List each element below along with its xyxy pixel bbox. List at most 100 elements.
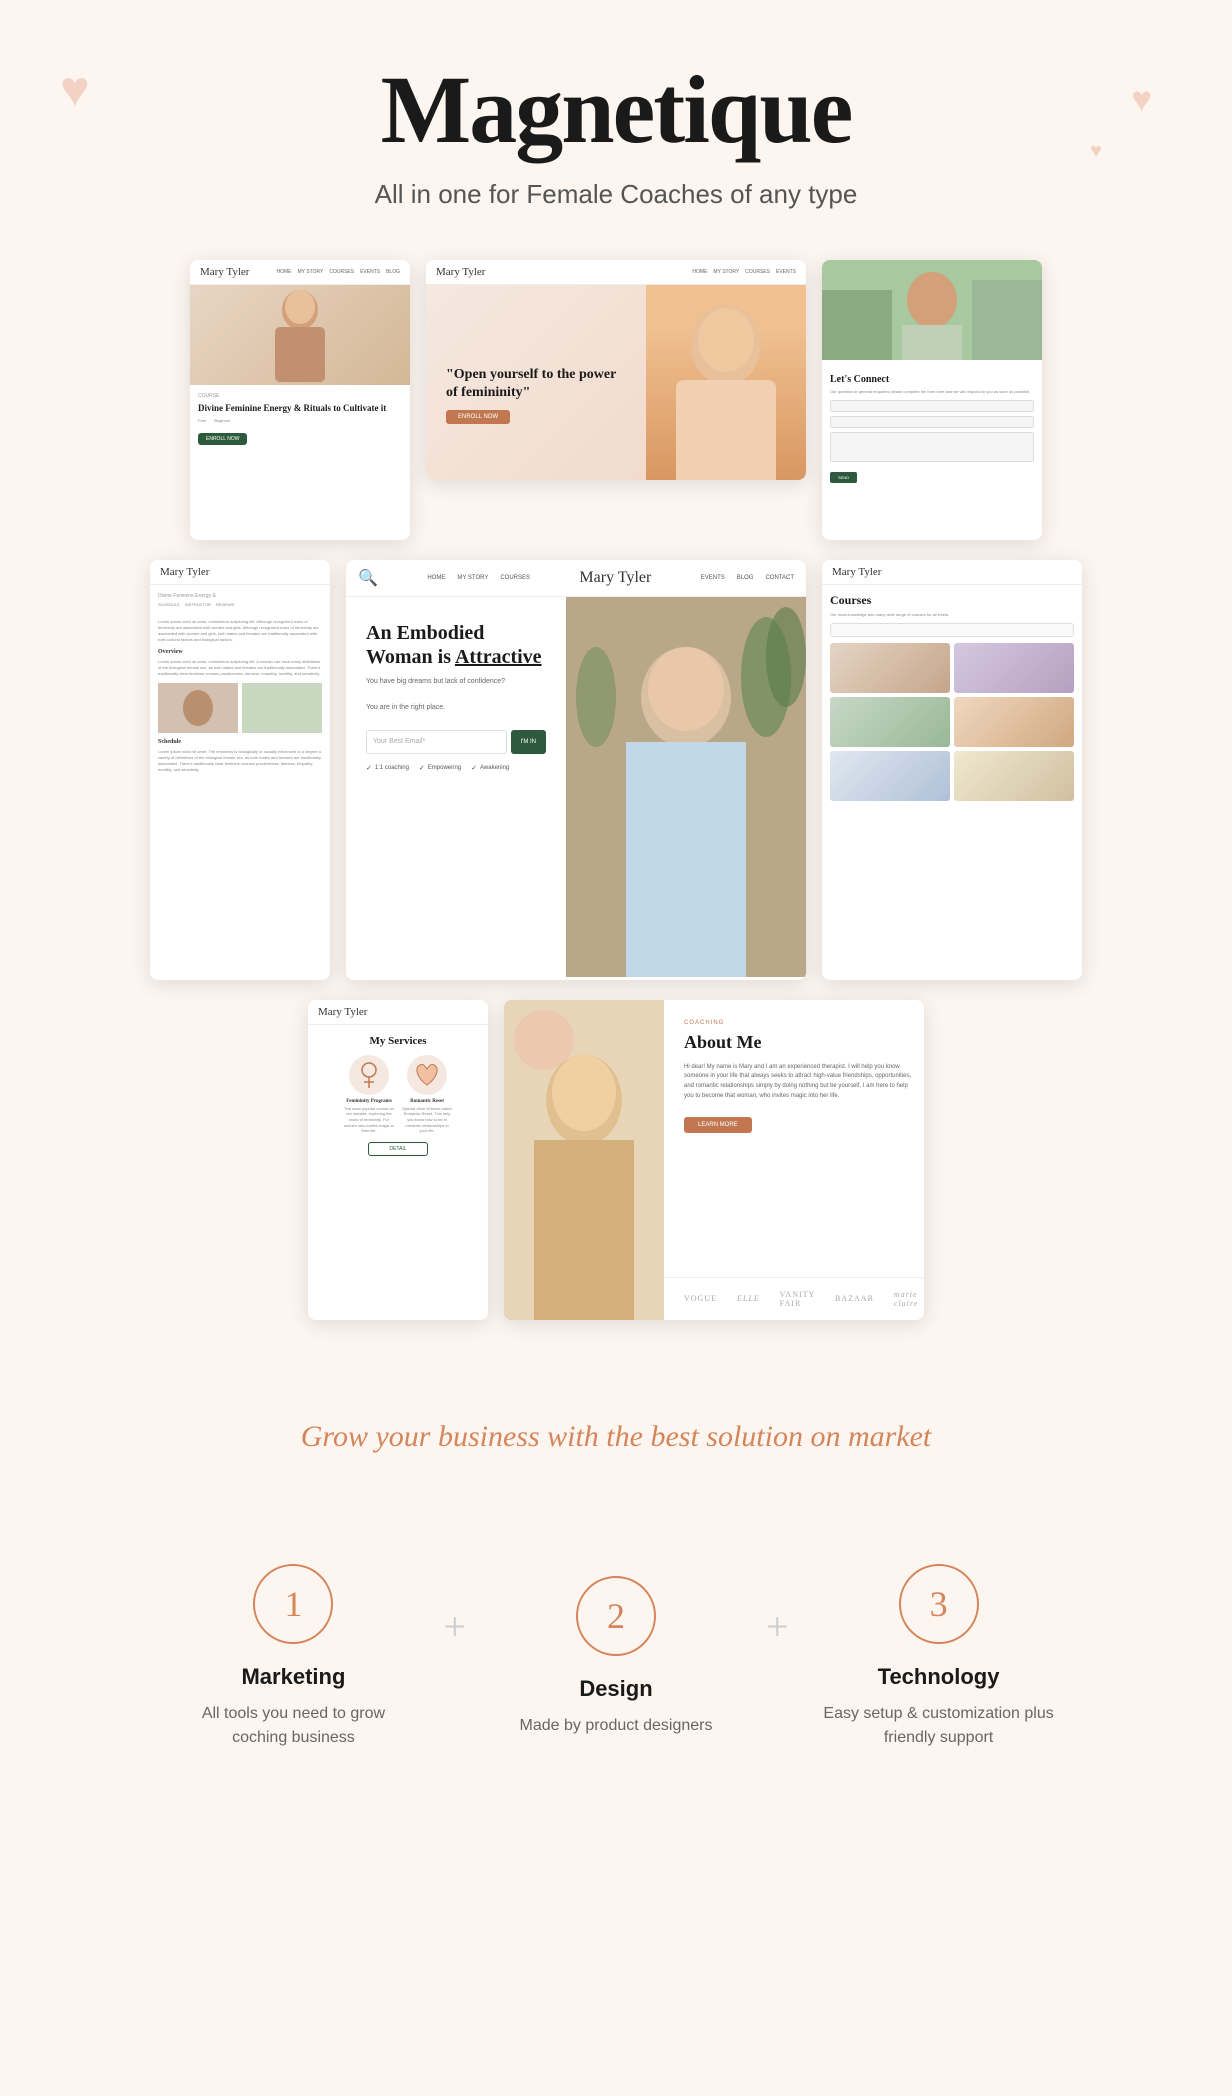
main-nav-story[interactable]: MY STORY [457, 575, 488, 581]
pillar-1-desc: All tools you need to grow coching busin… [173, 1702, 413, 1750]
screenshots-section: Mary Tyler HOME MY STORY COURSES EVENTS … [0, 230, 1232, 1360]
hero-quote: "Open yourself to the power of femininit… [446, 366, 626, 402]
pillar-2-desc: Made by product designers [496, 1714, 736, 1738]
pillar-3-number: 3 [930, 1583, 948, 1625]
pillar-design: 2 Design Made by product designers [476, 1576, 756, 1738]
blog-schedule-heading: Schedule [158, 739, 322, 745]
femininity-icon-svg [354, 1060, 384, 1090]
blog-thumb-2 [242, 683, 322, 733]
main-hero-person-svg [566, 597, 806, 977]
blog-description: Lorem ipsum dolor sit amet, consectetur … [158, 619, 322, 643]
nav-link-courses: COURSES [329, 269, 354, 275]
course-thumb-6 [954, 751, 1074, 801]
about-label: COACHING [684, 1020, 918, 1026]
main-nav-blog[interactable]: BLOG [737, 575, 754, 581]
blog-nav-schedule: SCHEDULE [158, 602, 180, 607]
check-label-1: 1:1 coaching [375, 765, 409, 771]
blog-thumb-1 [158, 683, 238, 733]
connect-message-field[interactable] [830, 432, 1034, 462]
romantic-icon [407, 1055, 447, 1095]
pillar-2-circle: 2 [576, 1576, 656, 1656]
courses-title: Courses [830, 593, 1074, 608]
blog-nav: Mary Tyler [150, 560, 330, 585]
course-thumb-3 [830, 697, 950, 747]
main-nav-contact[interactable]: CONTACT [765, 575, 794, 581]
services-detail-button[interactable]: DETAIL [368, 1142, 428, 1156]
brand-elle: ELLE [737, 1294, 760, 1303]
course-content: COURSE Divine Feminine Energy & Rituals … [190, 385, 410, 454]
services-title: My Services [318, 1035, 478, 1047]
main-hero-left: An Embodied Woman is Attractive You have… [346, 597, 566, 977]
hero-cta-button[interactable]: ENROLL NOW [446, 410, 510, 424]
romantic-service-desc: Special drive of items called Romantic R… [402, 1106, 452, 1134]
main-nav-logo: Mary Tyler [579, 569, 651, 587]
connect-screen: Let's Connect Our question or general en… [822, 260, 1042, 540]
page-subtitle: All in one for Female Coaches of any typ… [40, 179, 1192, 210]
hero-person-image [646, 285, 806, 480]
main-hero-right-image [566, 597, 806, 977]
brand-vogue: VOGUE [684, 1294, 717, 1303]
nav-link-story: MY STORY [298, 269, 324, 275]
connect-title: Let's Connect [830, 374, 1034, 385]
main-nav-links: HOME MY STORY COURSES [427, 575, 530, 581]
blog-nav-items: SCHEDULE INSTRUCTOR REVIEWS [158, 602, 322, 613]
pillar-1-number: 1 [284, 1583, 302, 1625]
course-meta-level: Beginner [214, 418, 230, 423]
pillar-3-desc: Easy setup & customization plus friendly… [819, 1702, 1059, 1750]
learn-more-button[interactable]: LEARN MORE [684, 1117, 752, 1133]
course-meta: Free Beginner [198, 418, 402, 423]
connect-name-field[interactable] [830, 400, 1034, 412]
service-icons-row: Femininity Programs The most popular cou… [318, 1055, 478, 1134]
courses-screen: Mary Tyler Courses Our most knowledge an… [822, 560, 1082, 980]
main-nav-search-icon[interactable]: 🔍 [358, 568, 378, 588]
connect-email-field[interactable] [830, 416, 1034, 428]
course-thumb-1 [830, 643, 950, 693]
headline-part3: Attractive [455, 646, 542, 668]
pillar-marketing: 1 Marketing All tools you need to grow c… [153, 1564, 433, 1750]
nav-link-blog: BLOG [386, 269, 400, 275]
email-input-row: Your Best Email* I'M IN [366, 730, 546, 754]
hero-nav-events: EVENTS [776, 269, 796, 275]
connect-person-svg [822, 260, 1042, 360]
services-nav-logo: Mary Tyler [318, 1006, 367, 1018]
course-meta-free: Free [198, 418, 206, 423]
plus-symbol-2: + [756, 1603, 799, 1650]
courses-content: Courses Our most knowledge and many wide… [822, 585, 1082, 810]
blog-screen: Mary Tyler Divine Feminine Energy & SCHE… [150, 560, 330, 980]
check-coaching: ✓ 1:1 coaching [366, 764, 409, 772]
romantic-icon-svg [412, 1060, 442, 1090]
main-hero-screen: 🔍 HOME MY STORY COURSES Mary Tyler EVENT… [346, 560, 806, 980]
connect-submit-button[interactable]: SEND [830, 472, 857, 483]
courses-nav: Mary Tyler [822, 560, 1082, 585]
about-text-container: COACHING About Me Hi dear! My name is Ma… [664, 1000, 924, 1320]
pillar-3-title: Technology [819, 1664, 1059, 1690]
blog-thumb-svg-1 [158, 683, 238, 733]
main-nav-courses[interactable]: COURSES [500, 575, 530, 581]
page-title: Magnetique [40, 60, 1192, 161]
about-brands: VOGUE ELLE VANITY FAIR BAZAAR marie clai… [664, 1277, 924, 1320]
email-placeholder: Your Best Email* [373, 738, 425, 745]
im-in-button[interactable]: I'M IN [511, 730, 546, 754]
grow-section: Grow your business with the best solutio… [0, 1360, 1232, 1544]
blog-nav-logo: Mary Tyler [160, 566, 209, 578]
deco-heart-topleft: ♥ [60, 60, 90, 118]
check-label-2: Empowering [428, 765, 461, 771]
hero-nav: Mary Tyler HOME MY STORY COURSES EVENTS [426, 260, 806, 285]
bottom-row: Mary Tyler My Services [40, 1000, 1192, 1320]
main-nav-home[interactable]: HOME [427, 575, 445, 581]
main-nav-events[interactable]: EVENTS [701, 575, 725, 581]
pillar-1-title: Marketing [173, 1664, 413, 1690]
course-nav-logo: Mary Tyler [200, 266, 249, 278]
courses-search-input[interactable] [830, 623, 1074, 637]
middle-row: Mary Tyler Divine Feminine Energy & SCHE… [40, 560, 1192, 980]
blog-overview-text: Lorem ipsum dolor sit amet, consectetur … [158, 659, 322, 677]
hero-signature: Mary [446, 479, 468, 480]
check-icon-2: ✓ [419, 764, 425, 772]
course-thumb-5 [830, 751, 950, 801]
email-input-field[interactable]: Your Best Email* [366, 730, 507, 754]
hero-nav-links: HOME MY STORY COURSES EVENTS [692, 269, 796, 275]
pillar-2-title: Design [496, 1676, 736, 1702]
enroll-button[interactable]: ENROLL NOW [198, 433, 247, 445]
about-screen: COACHING About Me Hi dear! My name is Ma… [504, 1000, 924, 1320]
check-icon-1: ✓ [366, 764, 372, 772]
